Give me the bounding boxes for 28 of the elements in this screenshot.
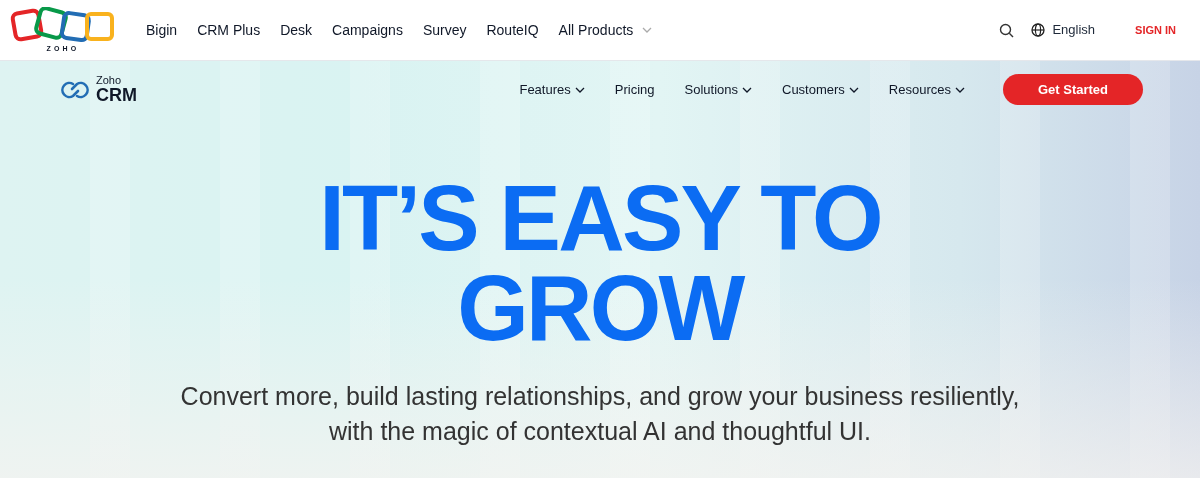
- brand-caption: Zoho: [96, 75, 123, 86]
- chevron-down-icon: [848, 86, 859, 93]
- nav-link[interactable]: Bigin: [146, 19, 178, 41]
- nav-link[interactable]: CRM Plus: [197, 19, 261, 41]
- dropdown-menu-link[interactable]: All Products: [558, 19, 653, 41]
- chevron-down-icon: [574, 86, 585, 93]
- chevron-down-icon: [642, 27, 653, 33]
- search-icon[interactable]: [999, 22, 1015, 38]
- zoho-crm-logo[interactable]: Zoho CRM: [58, 75, 137, 104]
- hero-headline: IT’S EASY TO GROW: [318, 173, 882, 353]
- nav-link[interactable]: RouteIQ: [486, 19, 539, 41]
- logo-squares-icon: [10, 7, 116, 43]
- nav-link[interactable]: Pricing: [614, 79, 655, 100]
- globe-icon: [1031, 23, 1046, 37]
- get-started-button[interactable]: Get Started: [1003, 74, 1143, 105]
- sign-in-link[interactable]: SIGN IN: [1135, 21, 1176, 39]
- dropdown-menu-link[interactable]: Features: [519, 79, 585, 100]
- chevron-down-icon: [742, 86, 752, 93]
- nav-link[interactable]: Survey: [422, 19, 467, 41]
- nav-link[interactable]: Desk: [280, 19, 313, 41]
- hero-subtitle: Convert more, build lasting relationships, and grow your business resiliently, with the magic of contextual AI and thoughtful UI.: [179, 381, 1021, 447]
- nav-link[interactable]: Campaigns: [332, 19, 403, 41]
- dropdown-menu-link[interactable]: Solutions: [684, 79, 752, 100]
- dropdown-menu-link[interactable]: Resources: [888, 79, 965, 100]
- language-selector[interactable]: English: [1031, 20, 1096, 40]
- brand-name: CRM: [96, 86, 137, 104]
- chevron-down-icon: [955, 86, 965, 93]
- dropdown-menu-link[interactable]: Customers: [782, 79, 859, 100]
